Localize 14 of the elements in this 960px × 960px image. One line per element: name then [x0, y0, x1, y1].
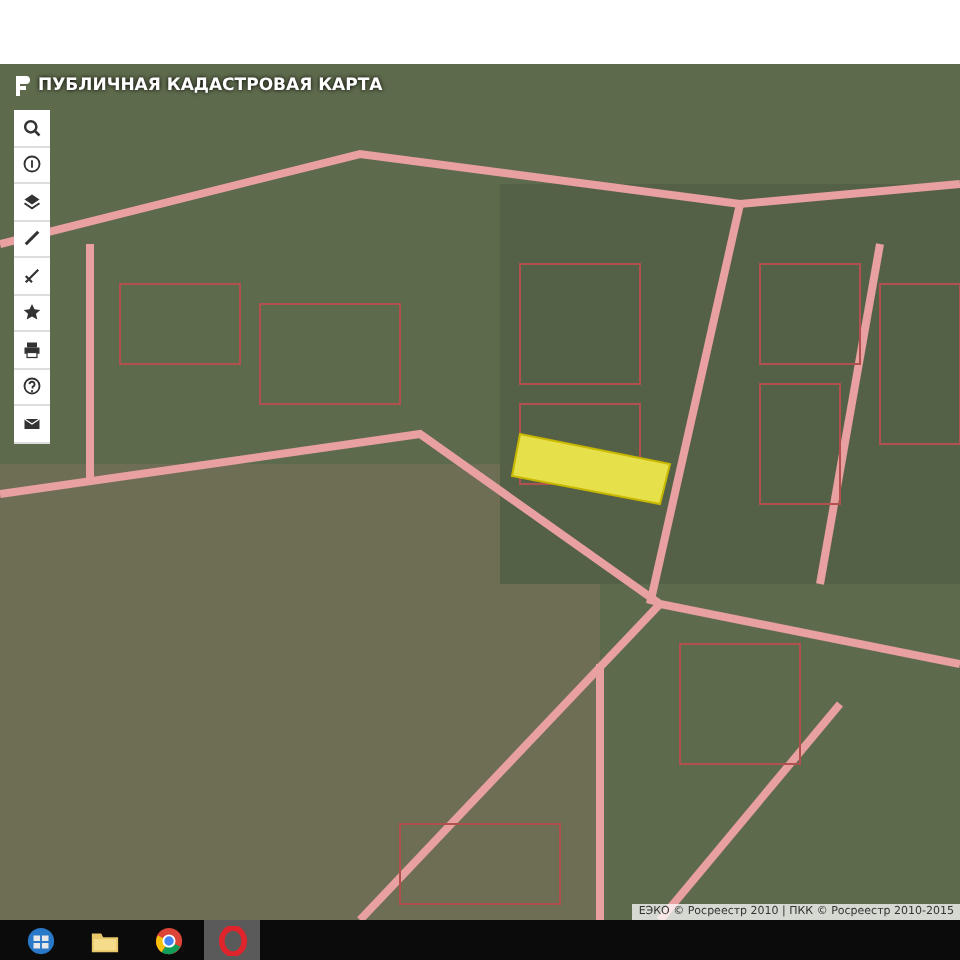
printer-icon — [22, 339, 42, 360]
logo-icon — [16, 76, 30, 96]
ruler-icon — [22, 265, 42, 286]
start-orb-icon — [25, 925, 55, 955]
map-title: ПУБЛИЧНАЯ КАДАСТРОВАЯ КАРТА — [38, 76, 383, 96]
envelope-icon — [22, 413, 42, 434]
help-icon — [22, 376, 42, 397]
pencil-icon — [22, 228, 42, 249]
layers-icon — [22, 191, 42, 212]
search-icon — [22, 117, 42, 138]
browser-circle-icon — [153, 925, 183, 955]
star-icon — [22, 302, 42, 323]
ring-icon — [217, 925, 247, 955]
info-icon — [22, 154, 42, 175]
